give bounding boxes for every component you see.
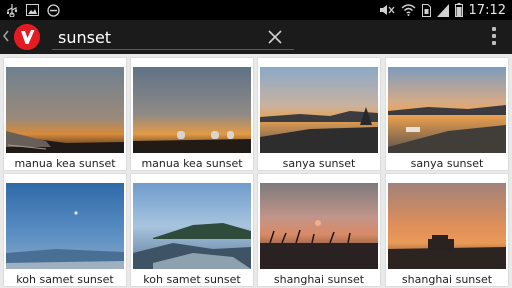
result-thumbnail <box>388 183 506 269</box>
wifi-icon <box>401 4 416 16</box>
result-thumbnail <box>6 67 124 153</box>
result-caption: shanghai sunset <box>401 273 493 286</box>
sim-icon <box>421 3 431 17</box>
clear-icon[interactable] <box>266 28 284 46</box>
results-grid: manua kea sunset manua kea sunset sanya … <box>0 54 512 288</box>
overflow-dot <box>492 27 496 31</box>
result-thumbnail <box>133 67 251 153</box>
clock-time: 17:12 <box>468 2 506 18</box>
result-caption: koh samet sunset <box>143 273 241 286</box>
mute-icon <box>379 4 395 16</box>
search-action-bar <box>0 20 512 54</box>
result-card[interactable]: sanya sunset <box>385 57 509 171</box>
result-thumbnail <box>388 67 506 153</box>
result-card[interactable]: manua kea sunset <box>130 57 254 171</box>
status-bar: 17:12 <box>0 0 512 20</box>
result-card[interactable]: shanghai sunset <box>257 173 381 287</box>
result-caption: manua kea sunset <box>141 157 243 170</box>
battery-icon <box>454 3 463 17</box>
search-input[interactable] <box>58 26 258 48</box>
result-card[interactable]: manua kea sunset <box>3 57 127 171</box>
result-caption: shanghai sunset <box>273 273 365 286</box>
app-logo-icon[interactable] <box>14 24 40 50</box>
status-right-icons: 17:12 <box>379 1 506 19</box>
do-not-disturb-icon <box>47 3 60 17</box>
search-box <box>52 26 294 50</box>
image-icon <box>26 4 39 16</box>
overflow-dot <box>492 41 496 45</box>
result-card[interactable]: sanya sunset <box>257 57 381 171</box>
usb-icon <box>6 3 18 17</box>
result-caption: koh samet sunset <box>16 273 114 286</box>
result-thumbnail <box>6 183 124 269</box>
result-thumbnail <box>260 67 378 153</box>
result-thumbnail <box>260 183 378 269</box>
result-thumbnail <box>133 183 251 269</box>
result-card[interactable]: koh samet sunset <box>3 173 127 287</box>
result-card[interactable]: shanghai sunset <box>385 173 509 287</box>
result-caption: sanya sunset <box>410 157 484 170</box>
result-card[interactable]: koh samet sunset <box>130 173 254 287</box>
overflow-dot <box>492 34 496 38</box>
back-chevron-icon[interactable] <box>2 26 12 46</box>
status-left-icons <box>6 2 60 18</box>
result-caption: sanya sunset <box>282 157 356 170</box>
overflow-menu-icon[interactable] <box>490 27 498 49</box>
result-caption: manua kea sunset <box>14 157 116 170</box>
signal-icon <box>436 3 449 17</box>
